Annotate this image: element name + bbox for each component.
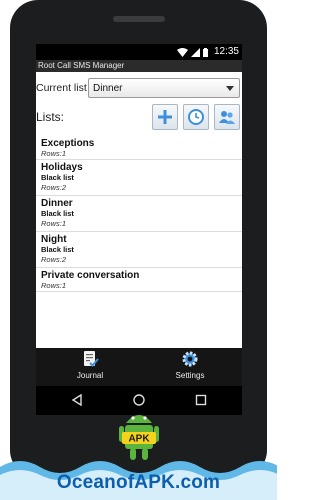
lists-container: Exceptions Rows:1 Holidays Black list Ro… <box>36 136 242 292</box>
add-list-button[interactable] <box>152 104 178 130</box>
contacts-button[interactable] <box>214 104 240 130</box>
lists-header: Lists: <box>36 104 242 130</box>
journal-label: Journal <box>76 371 104 380</box>
list-item-name: Private conversation <box>41 270 140 281</box>
journal-icon <box>84 351 99 367</box>
wifi-icon <box>177 47 188 57</box>
list-item[interactable]: Night Black list Rows:2 <box>36 232 242 268</box>
settings-tab[interactable]: Settings <box>160 350 220 384</box>
status-time: 12:35 <box>213 46 239 57</box>
app-title-bar: Root Call SMS Manager <box>36 60 242 72</box>
current-list-dropdown[interactable]: Dinner <box>88 78 240 98</box>
contacts-icon <box>219 111 235 124</box>
current-list-value: Dinner <box>93 83 123 94</box>
app-title: Root Call SMS Manager <box>38 61 125 70</box>
journal-tab[interactable]: Journal <box>60 350 120 384</box>
list-item-name: Exceptions <box>41 138 95 149</box>
list-item-rows: Rows:1 <box>41 149 67 158</box>
gear-icon <box>182 351 198 367</box>
list-item-type: Black list <box>41 209 74 218</box>
list-item-type: Black list <box>41 173 74 182</box>
plus-icon <box>158 110 172 124</box>
signal-icon <box>191 47 200 57</box>
list-item[interactable]: Holidays Black list Rows:2 <box>36 160 242 196</box>
list-item-rows: Rows:1 <box>41 281 67 290</box>
dropdown-arrow-icon <box>226 86 234 91</box>
list-item-rows: Rows:2 <box>41 183 67 192</box>
list-item[interactable]: Dinner Black list Rows:1 <box>36 196 242 232</box>
current-list-label: Current list <box>36 82 87 94</box>
apk-badge-text: APK <box>128 434 150 445</box>
schedule-button[interactable] <box>183 104 209 130</box>
watermark-area: APK OceanofAPK.com <box>0 405 277 500</box>
lists-label: Lists: <box>36 110 65 124</box>
list-item-name: Night <box>41 234 67 245</box>
android-logo-icon: APK <box>119 415 159 460</box>
list-item-type: Black list <box>41 245 74 254</box>
list-item-name: Dinner <box>41 198 73 209</box>
phone-screen: 12:35 Root Call SMS Manager Current list… <box>36 44 242 415</box>
list-item-name: Holidays <box>41 162 83 173</box>
status-bar: 12:35 <box>36 44 242 60</box>
battery-icon <box>203 47 208 57</box>
list-item-rows: Rows:1 <box>41 219 67 228</box>
watermark-text: OceanofAPK.com <box>56 472 221 493</box>
current-list-row: Current list Dinner <box>36 76 242 98</box>
bottom-navigation: Journal Settings <box>36 348 242 386</box>
settings-label: Settings <box>175 371 205 380</box>
status-icons <box>177 47 208 57</box>
list-item[interactable]: Exceptions Rows:1 <box>36 136 242 160</box>
list-item-rows: Rows:2 <box>41 255 67 264</box>
clock-icon <box>188 109 204 125</box>
phone-speaker <box>113 16 165 22</box>
list-item[interactable]: Private conversation Rows:1 <box>36 268 242 292</box>
